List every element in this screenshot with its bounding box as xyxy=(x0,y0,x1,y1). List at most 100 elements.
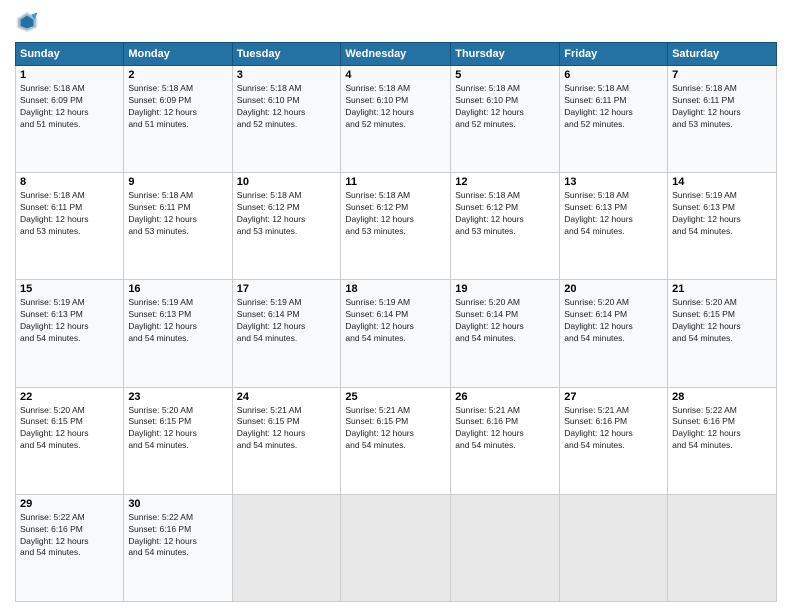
daylight-line1: Daylight: 12 hoursand 54 minutes. xyxy=(564,321,663,345)
daylight-line1: Daylight: 12 hoursand 51 minutes. xyxy=(128,107,227,131)
cell-content: Sunrise: 5:18 AMSunset: 6:10 PMDaylight:… xyxy=(455,83,555,131)
sunrise-line: Sunrise: 5:19 AM xyxy=(345,297,446,309)
sunset-line: Sunset: 6:15 PM xyxy=(128,416,227,428)
daylight-line1: Daylight: 12 hoursand 54 minutes. xyxy=(672,321,772,345)
daylight-line1: Daylight: 12 hoursand 52 minutes. xyxy=(237,107,337,131)
sunrise-line: Sunrise: 5:22 AM xyxy=(672,405,772,417)
sunset-line: Sunset: 6:13 PM xyxy=(564,202,663,214)
calendar-cell: 29Sunrise: 5:22 AMSunset: 6:16 PMDayligh… xyxy=(16,494,124,601)
calendar-cell: 3Sunrise: 5:18 AMSunset: 6:10 PMDaylight… xyxy=(232,66,341,173)
calendar-cell: 9Sunrise: 5:18 AMSunset: 6:11 PMDaylight… xyxy=(124,173,232,280)
sunrise-line: Sunrise: 5:21 AM xyxy=(564,405,663,417)
calendar-cell: 26 Sunrise: 5:21 AMSunset: 6:16 PMDayligh… xyxy=(451,387,560,494)
sunset-line: Sunset: 6:16 PM xyxy=(455,416,555,428)
sunset-line: Sunset: 6:09 PM xyxy=(128,95,227,107)
sunset-line: Sunset: 6:11 PM xyxy=(672,95,772,107)
sunrise-line: Sunrise: 5:18 AM xyxy=(455,190,555,202)
cell-content: Sunrise: 5:18 AMSunset: 6:11 PMDaylight:… xyxy=(128,190,227,238)
daylight-line1: Daylight: 12 hoursand 54 minutes. xyxy=(455,428,555,452)
weekday-header-row: Sunday Monday Tuesday Wednesday Thursday… xyxy=(16,43,777,66)
cell-content: Sunrise: 5:18 AMSunset: 6:09 PMDaylight:… xyxy=(20,83,119,131)
cell-content: Sunrise: 5:18 AMSunset: 6:11 PMDaylight:… xyxy=(20,190,119,238)
day-number: 13 xyxy=(564,176,663,188)
sunrise-line: Sunrise: 5:18 AM xyxy=(20,83,119,95)
sunrise-line: Sunrise: 5:18 AM xyxy=(237,190,337,202)
daylight-line1: Daylight: 12 hoursand 54 minutes. xyxy=(128,536,227,560)
calendar-week-2: 8Sunrise: 5:18 AMSunset: 6:11 PMDaylight… xyxy=(16,173,777,280)
sunset-line: Sunset: 6:15 PM xyxy=(345,416,446,428)
calendar-cell: 12 Sunrise: 5:18 AMSunset: 6:12 PMDayligh… xyxy=(451,173,560,280)
sunrise-line: Sunrise: 5:21 AM xyxy=(237,405,337,417)
calendar-cell: 24 Sunrise: 5:21 AMSunset: 6:15 PMDayligh… xyxy=(232,387,341,494)
calendar-cell: 5Sunrise: 5:18 AMSunset: 6:10 PMDaylight… xyxy=(451,66,560,173)
calendar-cell: 4Sunrise: 5:18 AMSunset: 6:10 PMDaylight… xyxy=(341,66,451,173)
daylight-line1: Daylight: 12 hoursand 54 minutes. xyxy=(564,214,663,238)
calendar-cell: 21Sunrise: 5:20 AMSunset: 6:15 PMDayligh… xyxy=(668,280,777,387)
logo-icon xyxy=(15,10,39,34)
cell-content: Sunrise: 5:21 AMSunset: 6:15 PMDaylight:… xyxy=(345,405,446,453)
calendar-cell: 8Sunrise: 5:18 AMSunset: 6:11 PMDaylight… xyxy=(16,173,124,280)
day-number: 3 xyxy=(237,69,337,81)
sunset-line: Sunset: 6:13 PM xyxy=(128,309,227,321)
cell-content: Sunrise: 5:22 AMSunset: 6:16 PMDaylight:… xyxy=(672,405,772,453)
sunrise-line: Sunrise: 5:20 AM xyxy=(564,297,663,309)
sunset-line: Sunset: 6:13 PM xyxy=(20,309,119,321)
day-number: 26 xyxy=(455,391,555,403)
sunrise-line: Sunrise: 5:22 AM xyxy=(20,512,119,524)
sunset-line: Sunset: 6:11 PM xyxy=(20,202,119,214)
col-saturday: Saturday xyxy=(668,43,777,66)
calendar-cell xyxy=(232,494,341,601)
daylight-line1: Daylight: 12 hoursand 54 minutes. xyxy=(564,428,663,452)
daylight-line1: Daylight: 12 hoursand 53 minutes. xyxy=(20,214,119,238)
sunrise-line: Sunrise: 5:19 AM xyxy=(128,297,227,309)
cell-content: Sunrise: 5:18 AMSunset: 6:13 PMDaylight:… xyxy=(564,190,663,238)
header xyxy=(15,10,777,34)
cell-content: Sunrise: 5:22 AMSunset: 6:16 PMDaylight:… xyxy=(20,512,119,560)
daylight-line1: Daylight: 12 hoursand 54 minutes. xyxy=(672,428,772,452)
sunset-line: Sunset: 6:15 PM xyxy=(672,309,772,321)
cell-content: Sunrise: 5:20 AMSunset: 6:14 PMDaylight:… xyxy=(564,297,663,345)
day-number: 11 xyxy=(345,176,446,188)
cell-content: Sunrise: 5:18 AMSunset: 6:12 PMDaylight:… xyxy=(455,190,555,238)
cell-content: Sunrise: 5:21 AMSunset: 6:15 PMDaylight:… xyxy=(237,405,337,453)
day-number: 23 xyxy=(128,391,227,403)
day-number: 10 xyxy=(237,176,337,188)
cell-content: Sunrise: 5:18 AMSunset: 6:11 PMDaylight:… xyxy=(672,83,772,131)
day-number: 7 xyxy=(672,69,772,81)
day-number: 16 xyxy=(128,283,227,295)
day-number: 12 xyxy=(455,176,555,188)
sunrise-line: Sunrise: 5:20 AM xyxy=(128,405,227,417)
day-number: 4 xyxy=(345,69,446,81)
sunset-line: Sunset: 6:14 PM xyxy=(455,309,555,321)
calendar-header: Sunday Monday Tuesday Wednesday Thursday… xyxy=(16,43,777,66)
cell-content: Sunrise: 5:19 AMSunset: 6:13 PMDaylight:… xyxy=(672,190,772,238)
day-number: 2 xyxy=(128,69,227,81)
calendar-cell: 19Sunrise: 5:20 AMSunset: 6:14 PMDayligh… xyxy=(451,280,560,387)
col-friday: Friday xyxy=(560,43,668,66)
cell-content: Sunrise: 5:18 AMSunset: 6:12 PMDaylight:… xyxy=(237,190,337,238)
sunrise-line: Sunrise: 5:20 AM xyxy=(672,297,772,309)
day-number: 27 xyxy=(564,391,663,403)
daylight-line1: Daylight: 12 hoursand 52 minutes. xyxy=(564,107,663,131)
col-thursday: Thursday xyxy=(451,43,560,66)
sunset-line: Sunset: 6:14 PM xyxy=(345,309,446,321)
cell-content: Sunrise: 5:19 AMSunset: 6:13 PMDaylight:… xyxy=(20,297,119,345)
daylight-line1: Daylight: 12 hoursand 54 minutes. xyxy=(20,321,119,345)
daylight-line1: Daylight: 12 hoursand 53 minutes. xyxy=(455,214,555,238)
calendar-cell: 27Sunrise: 5:21 AMSunset: 6:16 PMDayligh… xyxy=(560,387,668,494)
day-number: 24 xyxy=(237,391,337,403)
sunset-line: Sunset: 6:14 PM xyxy=(237,309,337,321)
daylight-line1: Daylight: 12 hoursand 54 minutes. xyxy=(345,321,446,345)
calendar-cell: 16Sunrise: 5:19 AMSunset: 6:13 PMDayligh… xyxy=(124,280,232,387)
daylight-line1: Daylight: 12 hoursand 54 minutes. xyxy=(20,536,119,560)
sunset-line: Sunset: 6:14 PM xyxy=(564,309,663,321)
sunset-line: Sunset: 6:11 PM xyxy=(128,202,227,214)
calendar-cell: 11Sunrise: 5:18 AMSunset: 6:12 PMDayligh… xyxy=(341,173,451,280)
sunrise-line: Sunrise: 5:21 AM xyxy=(455,405,555,417)
cell-content: Sunrise: 5:20 AMSunset: 6:15 PMDaylight:… xyxy=(672,297,772,345)
sunset-line: Sunset: 6:13 PM xyxy=(672,202,772,214)
cell-content: Sunrise: 5:18 AMSunset: 6:09 PMDaylight:… xyxy=(128,83,227,131)
sunrise-line: Sunrise: 5:18 AM xyxy=(128,83,227,95)
calendar-cell: 28Sunrise: 5:22 AMSunset: 6:16 PMDayligh… xyxy=(668,387,777,494)
daylight-line1: Daylight: 12 hoursand 52 minutes. xyxy=(345,107,446,131)
